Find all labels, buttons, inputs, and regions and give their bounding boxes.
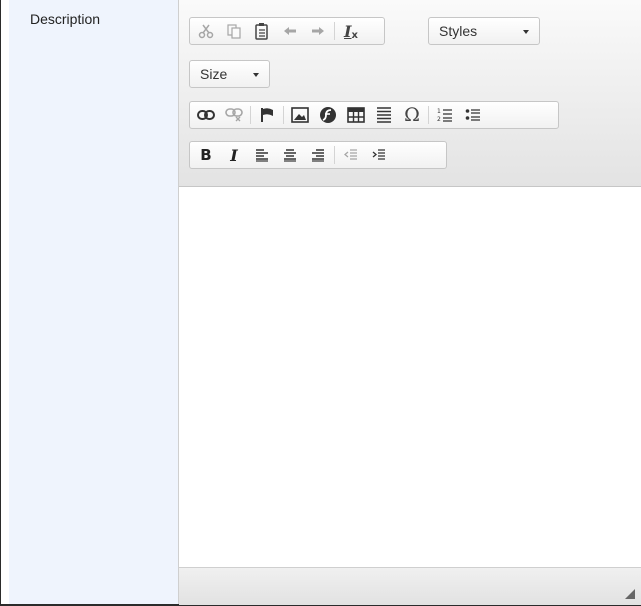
styles-combo-label: Styles	[439, 23, 478, 39]
image-icon[interactable]	[286, 103, 314, 127]
editor-status-bar	[179, 567, 641, 605]
numbered-list-icon[interactable]: 12	[431, 103, 459, 127]
size-combo-label: Size	[200, 66, 228, 82]
svg-text:1: 1	[437, 108, 441, 115]
align-center-icon[interactable]	[276, 143, 304, 167]
flash-icon[interactable]	[314, 103, 342, 127]
insert-group: Ω 12	[189, 101, 559, 129]
field-label: Description	[30, 11, 101, 27]
form-frame: Description I x Styles Size Ω 1 2 B I	[0, 0, 641, 606]
toolbar-separator	[250, 106, 251, 124]
svg-text:2: 2	[437, 116, 441, 123]
anchor-icon[interactable]	[253, 103, 281, 127]
bold-icon[interactable]: B	[192, 143, 220, 167]
remove-format-icon[interactable]: Ix	[337, 19, 365, 43]
label-column: Description	[9, 0, 178, 604]
paste-from-word-icon[interactable]	[248, 19, 276, 43]
align-left-icon[interactable]	[248, 143, 276, 167]
toolbar-separator	[283, 106, 284, 124]
align-right-icon[interactable]	[304, 143, 332, 167]
redo-icon[interactable]	[304, 19, 332, 43]
toolbar-separator	[428, 106, 429, 124]
chevron-down-icon	[253, 73, 259, 77]
undo-icon[interactable]	[276, 19, 304, 43]
indent-icon[interactable]	[365, 143, 393, 167]
horizontal-rule-icon[interactable]	[370, 103, 398, 127]
copy-icon[interactable]	[220, 19, 248, 43]
italic-icon[interactable]: I	[220, 143, 248, 167]
link-icon[interactable]	[192, 103, 220, 127]
toolbar-separator	[334, 22, 335, 40]
format-group: B I	[189, 141, 447, 169]
special-char-icon[interactable]: Ω	[398, 103, 426, 127]
cut-icon[interactable]	[192, 19, 220, 43]
size-combo[interactable]: Size	[189, 60, 270, 88]
resize-handle-icon[interactable]	[625, 589, 635, 599]
clipboard-group: Ix	[189, 17, 385, 45]
bulleted-list-icon[interactable]	[459, 103, 487, 127]
unlink-icon[interactable]	[220, 103, 248, 127]
editor-content-area[interactable]	[179, 187, 641, 567]
table-icon[interactable]	[342, 103, 370, 127]
styles-combo[interactable]: Styles	[428, 17, 540, 45]
rich-text-editor: Ix Styles Size Ω 1 2 B I	[178, 0, 641, 605]
outdent-icon[interactable]	[337, 143, 365, 167]
toolbar-separator	[334, 146, 335, 164]
chevron-down-icon	[523, 30, 529, 34]
editor-toolbar: Ix Styles Size Ω 1 2 B I	[179, 0, 641, 187]
